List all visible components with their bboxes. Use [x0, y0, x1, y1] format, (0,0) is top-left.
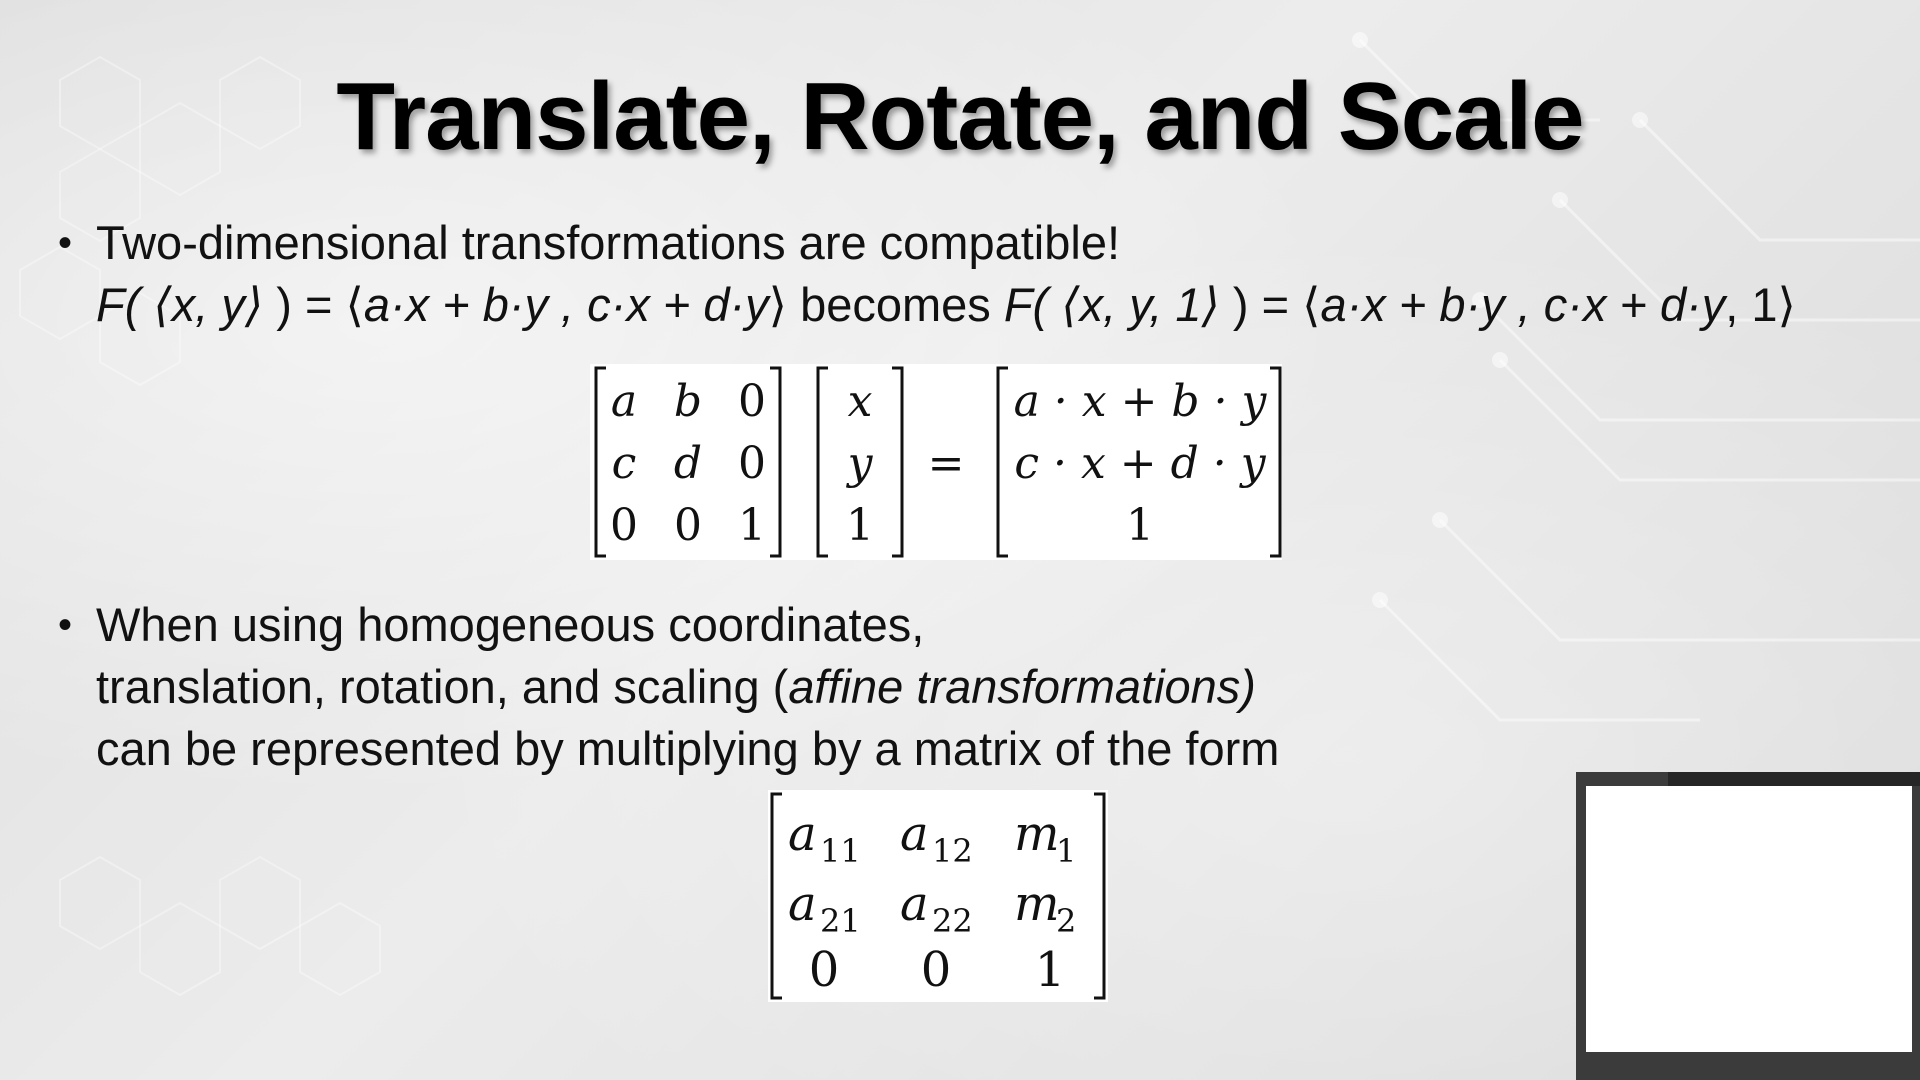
bullet-2: • When using homogeneous coordinates, tr…: [58, 594, 1898, 780]
affine-matrix-svg: a 11 a 12 m 1 a 21 a 22 m 2 0 0 1: [770, 792, 1106, 1000]
a12-sub: 12: [932, 832, 973, 870]
bullet-dot: •: [58, 221, 73, 265]
m2-sub: 2: [1056, 902, 1076, 940]
bullet-2-text-3: can be represented by multiplying by a m…: [96, 722, 1280, 775]
m1-r0c2: 0: [738, 376, 766, 427]
r1-r2: 1: [1126, 500, 1154, 551]
a11-base: a: [788, 806, 817, 862]
a31: 0: [809, 942, 840, 998]
a33: 1: [1035, 942, 1066, 998]
webcam-overlay-tab: [1668, 772, 1920, 786]
paren-eq-1: ) = ⟨: [276, 278, 364, 331]
r1-r0: a · x + b · y: [1014, 376, 1268, 427]
a32: 0: [921, 942, 952, 998]
bullet-2-line-3: can be represented by multiplying by a m…: [58, 718, 1898, 780]
bullet-dot: •: [58, 603, 73, 647]
m1-base: m: [1014, 806, 1060, 862]
bullet-2-text-2a: translation, rotation, and scaling (: [96, 660, 789, 713]
bracket-right-m: [770, 366, 782, 558]
a21-sub: 21: [820, 902, 861, 940]
m1-r1c0: c: [612, 438, 637, 489]
bracket-right-v: [892, 366, 904, 558]
m1-r0c1: b: [674, 376, 702, 427]
m1-r0c0: a: [611, 376, 637, 427]
v1-r2: 1: [846, 500, 874, 551]
r1-r1: c · x + d · y: [1014, 438, 1266, 489]
angle-close-2: , 1⟩: [1725, 278, 1796, 331]
bullet-1-line-1: • Two-dimensional transformations are co…: [58, 212, 1898, 274]
bullet-1-line-2: F( ⟨x, y⟩ ) = ⟨a·x + b·y , c·x + d·y⟩ be…: [58, 274, 1898, 336]
angle-close-1: ⟩: [768, 278, 788, 331]
webcam-overlay-screen: [1586, 786, 1912, 1052]
bullet-2-text-1: When using homogeneous coordinates,: [96, 598, 925, 651]
expr-1: a·x + b·y , c·x + d·y: [363, 278, 769, 331]
paren-eq-2: ) = ⟨: [1232, 278, 1321, 331]
matrix-equation-1-svg: a b 0 c d 0 0 0 1 x y 1 = a · x + b · y …: [594, 366, 1282, 558]
vector-xy: ⟨x, y⟩: [140, 278, 277, 331]
m2-base: m: [1014, 876, 1060, 932]
bracket-left-r: [996, 366, 1008, 558]
m1-r2c0: 0: [610, 500, 638, 551]
v1-r0: x: [848, 376, 873, 427]
bracket-left-v: [816, 366, 828, 558]
affine-matrix: a 11 a 12 m 1 a 21 a 22 m 2 0 0 1: [768, 790, 1108, 1002]
bullet-2-line-1: • When using homogeneous coordinates,: [58, 594, 1898, 656]
vector-xy1: ⟨x, y, 1⟩: [1048, 278, 1233, 331]
matrix-equation-1: a b 0 c d 0 0 0 1 x y 1 = a · x + b · y …: [590, 364, 1282, 560]
bracket-left-affine: [770, 792, 782, 1000]
m1-r2c1: 0: [674, 500, 702, 551]
bullet-1: • Two-dimensional transformations are co…: [58, 212, 1898, 336]
a12-base: a: [900, 806, 929, 862]
becomes-word: becomes: [787, 278, 1004, 331]
bracket-left-m: [594, 366, 606, 558]
function-f-1: F(: [96, 278, 141, 331]
bullet-1-text: Two-dimensional transformations are comp…: [96, 216, 1121, 269]
m1-sub: 1: [1056, 832, 1076, 870]
equals-sign: =: [928, 438, 965, 489]
m1-r1c2: 0: [738, 438, 766, 489]
a21-base: a: [788, 876, 817, 932]
a22-sub: 22: [932, 902, 973, 940]
expr-2: a·x + b·y , c·x + d·y: [1320, 278, 1726, 331]
bracket-right-affine: [1094, 792, 1106, 1000]
v1-r1: y: [846, 438, 874, 489]
m1-r1c1: d: [674, 438, 702, 489]
a22-base: a: [900, 876, 929, 932]
a11-sub: 11: [820, 832, 861, 870]
function-f-2: F(: [1003, 278, 1049, 331]
m1-r2c2: 1: [738, 500, 766, 551]
bracket-right-r: [1270, 366, 1282, 558]
bullet-2-text-2b: affine transformations): [788, 660, 1256, 713]
bullet-2-line-2: translation, rotation, and scaling (affi…: [58, 656, 1898, 718]
slide-title: Translate, Rotate, and Scale: [336, 63, 1584, 170]
